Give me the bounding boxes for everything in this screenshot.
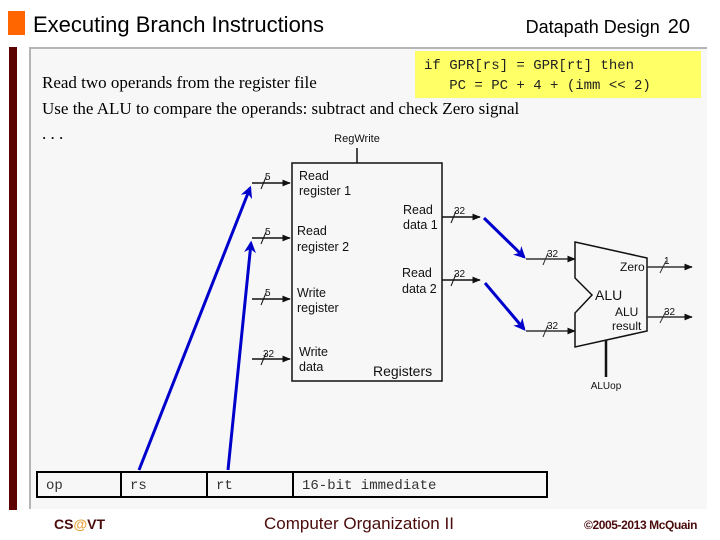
svg-text:32: 32	[263, 349, 275, 360]
alu-label: ALU	[595, 287, 622, 303]
field-rs: rs	[122, 473, 208, 496]
svg-text:Read: Read	[402, 266, 432, 280]
footer-cs: CS	[54, 516, 74, 532]
alu: 32 32 ALU Zero 1 ALU result 32 ALUop	[526, 241, 693, 392]
svg-text:32: 32	[547, 321, 559, 332]
footer-course-title: Computer Organization II	[264, 514, 454, 533]
svg-text:data 1: data 1	[403, 218, 438, 232]
aluop-label: ALUop	[591, 381, 622, 392]
svg-text:5: 5	[265, 288, 271, 299]
alu-result-label-1: ALU	[615, 305, 638, 319]
field-immediate: 16-bit immediate	[302, 478, 437, 494]
svg-text:register 2: register 2	[297, 240, 349, 254]
svg-text:32: 32	[454, 269, 466, 280]
zero-label: Zero	[620, 260, 645, 274]
svg-text:Write: Write	[297, 286, 326, 300]
datapath-diagram: RegWrite 5 Read register 1 5 Read regist…	[137, 133, 693, 471]
svg-text:Write: Write	[299, 345, 328, 359]
footer-copyright: ©2005-2013 McQuain	[584, 518, 698, 532]
svg-text:5: 5	[265, 172, 271, 183]
svg-text:register 1: register 1	[299, 184, 351, 198]
svg-text:Read: Read	[297, 224, 327, 238]
svg-text:data 2: data 2	[402, 282, 437, 296]
svg-text:5: 5	[265, 227, 271, 238]
svg-text:register: register	[297, 301, 339, 315]
svg-text:32: 32	[547, 249, 559, 260]
svg-text:32: 32	[664, 307, 676, 318]
svg-text:data: data	[299, 360, 323, 374]
footer-at: @	[73, 516, 88, 532]
field-op: op	[38, 473, 122, 496]
read-data-2-to-alu-arrow	[483, 282, 526, 331]
svg-text:1: 1	[664, 256, 670, 267]
regwrite-label: RegWrite	[334, 133, 380, 145]
registers-label: Registers	[373, 363, 432, 379]
footer-cs-vt: CS@VT	[54, 516, 105, 532]
alu-result-label-2: result	[612, 319, 642, 333]
instruction-format: op rs rt 16-bit immediate	[36, 471, 548, 498]
field-rt: rt	[208, 473, 294, 496]
read-data-1-to-alu-arrow	[482, 216, 526, 259]
svg-text:Read: Read	[299, 169, 329, 183]
svg-text:Read: Read	[403, 203, 433, 217]
rt-to-read-register-2-arrow	[226, 240, 257, 471]
write-data-input: 32 Write data	[252, 345, 328, 374]
svg-text:32: 32	[454, 206, 466, 217]
register-file: RegWrite 5 Read register 1 5 Read regist…	[252, 133, 481, 382]
footer-vt: VT	[87, 516, 105, 532]
